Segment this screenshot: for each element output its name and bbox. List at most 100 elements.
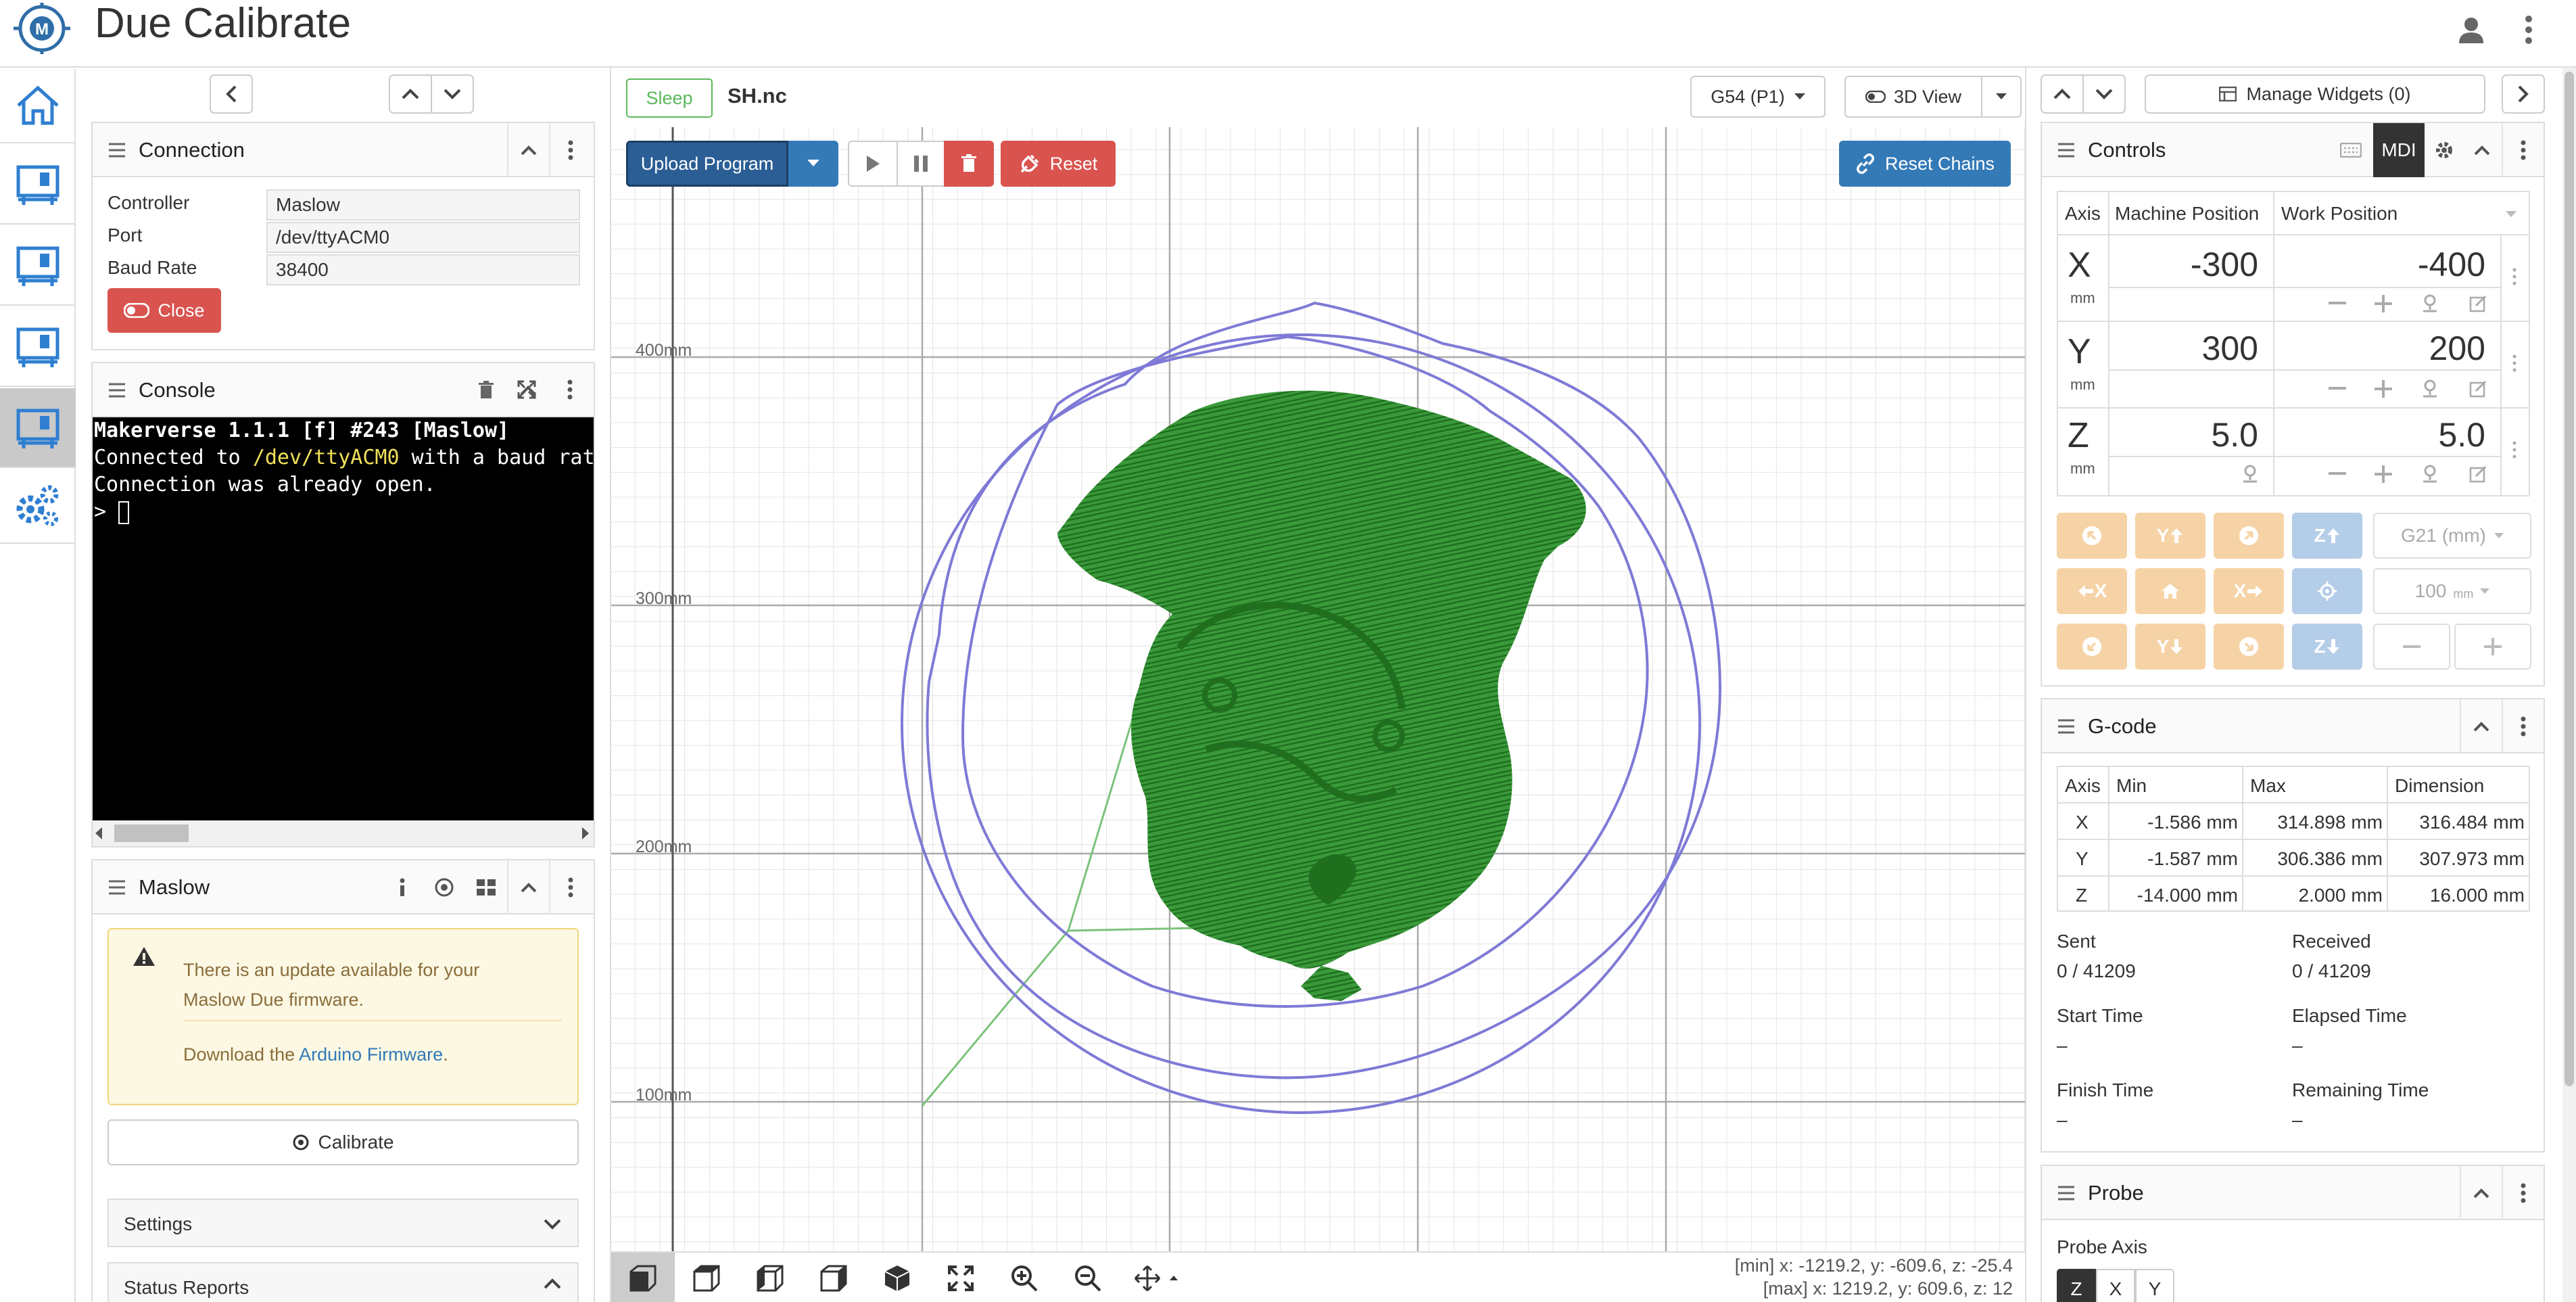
controls-settings-button[interactable] [2426,123,2462,177]
maslow-collapse-button[interactable] [507,860,549,914]
drag-handle-icon[interactable] [108,382,126,398]
kebab-icon[interactable] [2512,441,2517,459]
reset-chains-button[interactable]: Reset Chains [1839,141,2011,187]
connection-collapse-button[interactable] [507,123,549,177]
zoom-in-button[interactable] [993,1253,1056,1302]
work-position-z[interactable]: 5.0 [2438,415,2485,455]
move-down-button[interactable] [431,74,474,114]
jog-x-minus-y-minus-button[interactable] [2057,624,2127,670]
scroll-right-arrow[interactable] [582,827,589,839]
probe-menu-button[interactable] [2502,1166,2544,1220]
connection-menu-button[interactable] [549,123,591,177]
minus-icon[interactable] [2329,302,2346,304]
view-iso-button[interactable] [865,1253,929,1302]
nav-settings[interactable] [0,469,76,544]
minus-icon[interactable] [2329,472,2346,475]
user-icon[interactable] [2451,9,2491,50]
move-up-button[interactable] [389,74,432,114]
console-clear-button[interactable] [465,363,507,417]
plus-icon[interactable] [2375,380,2392,398]
page-scroll-thumb[interactable] [2565,72,2574,1086]
baud-rate-select[interactable]: 38400 [266,254,580,285]
controller-select[interactable]: Maslow [266,189,580,220]
calibrate-button[interactable]: Calibrate [108,1119,579,1165]
scroll-left-arrow[interactable] [95,827,102,839]
units-select[interactable]: G21 (mm) [2373,513,2531,559]
view-3d-button[interactable] [611,1253,675,1302]
reset-button[interactable]: Reset [1001,141,1116,187]
maslow-grid-button[interactable] [465,860,507,914]
upload-menu-button[interactable] [788,141,838,187]
probe-collapse-button[interactable] [2460,1166,2502,1220]
minus-icon[interactable] [2329,387,2346,390]
jog-x-plus-y-minus-button[interactable] [2214,624,2284,670]
set-zero-icon[interactable] [2422,294,2438,312]
view-front-button[interactable] [738,1253,802,1302]
upload-program-button[interactable]: Upload Program [626,141,788,187]
jog-z-plus-button[interactable]: Z [2292,513,2362,559]
step-increase-button[interactable] [2454,624,2531,670]
manage-widgets-button[interactable]: Manage Widgets (0) [2145,74,2485,114]
view-select[interactable]: 3D View [1844,76,1982,118]
probe-axis-x-button[interactable]: X [2096,1269,2135,1302]
page-scrollbar[interactable] [2562,68,2576,1302]
keypad-toggle-button[interactable] [2330,123,2372,177]
jog-x-minus-button[interactable]: X [2057,568,2127,614]
jog-y-minus-button[interactable]: Y [2135,624,2205,670]
settings-section[interactable]: Settings [108,1199,579,1247]
more-menu-icon[interactable] [2508,9,2549,50]
probe-axis-z-button[interactable]: Z [2057,1269,2096,1302]
scroll-thumb[interactable] [114,824,189,842]
maslow-menu-button[interactable] [549,860,591,914]
jog-z-minus-button[interactable]: Z [2292,624,2362,670]
wcs-select[interactable]: G54 (P1) [1690,76,1826,118]
console-scrollbar[interactable] [93,820,594,846]
drag-handle-icon[interactable] [108,879,126,896]
jog-x-plus-y-plus-button[interactable] [2214,513,2284,559]
edit-icon[interactable] [2469,379,2488,398]
pause-button[interactable] [897,141,945,187]
kebab-icon[interactable] [2512,268,2517,285]
arduino-firmware-link[interactable]: Arduino Firmware [299,1044,443,1065]
controls-collapse-button[interactable] [2462,123,2502,177]
drag-handle-icon[interactable] [108,142,126,158]
jog-home-button[interactable] [2135,568,2205,614]
jog-center-button[interactable] [2292,568,2362,614]
set-machine-zero-icon[interactable] [2242,464,2258,483]
toolpath-canvas[interactable]: 400mm 300mm 200mm 100mm [611,127,2025,1251]
controls-menu-button[interactable] [2502,123,2544,177]
jog-x-minus-y-plus-button[interactable] [2057,513,2127,559]
pan-mode-button[interactable] [1120,1253,1194,1302]
nav-workspace-1[interactable] [0,145,76,225]
set-zero-icon[interactable] [2422,379,2438,398]
gcode-menu-button[interactable] [2502,699,2544,753]
edit-icon[interactable] [2469,464,2488,483]
drag-handle-icon[interactable] [2057,142,2076,158]
view-right-button[interactable] [802,1253,865,1302]
zoom-out-button[interactable] [1056,1253,1120,1302]
collapse-right-button[interactable] [2502,74,2545,114]
console-menu-button[interactable] [549,363,591,416]
work-position-x[interactable]: -400 [2418,245,2485,284]
maslow-info-button[interactable] [381,860,423,914]
view-top-button[interactable] [675,1253,738,1302]
status-reports-section[interactable]: Status Reports [108,1262,579,1302]
jog-x-plus-button[interactable]: X [2214,568,2284,614]
collapse-left-button[interactable] [210,74,253,114]
run-button[interactable] [848,141,898,187]
nav-workspace-2[interactable] [0,226,76,306]
port-select[interactable]: /dev/ttyACM0 [266,222,580,253]
app-logo-icon[interactable]: M [7,1,74,55]
nav-workspace-3[interactable] [0,307,76,387]
widgets-down-button[interactable] [2082,74,2126,114]
probe-axis-y-button[interactable]: Y [2135,1269,2174,1302]
drag-handle-icon[interactable] [2057,1185,2076,1201]
maslow-target-button[interactable] [423,860,465,914]
jog-y-plus-button[interactable]: Y [2135,513,2205,559]
stop-button[interactable] [944,141,994,187]
kebab-icon[interactable] [2512,354,2517,372]
console-terminal[interactable]: Makerverse 1.1.1 [f] #243 [Maslow] Conne… [93,417,594,820]
nav-home[interactable] [0,69,76,143]
view-menu-button[interactable] [1981,76,2022,118]
step-decrease-button[interactable] [2373,624,2450,670]
